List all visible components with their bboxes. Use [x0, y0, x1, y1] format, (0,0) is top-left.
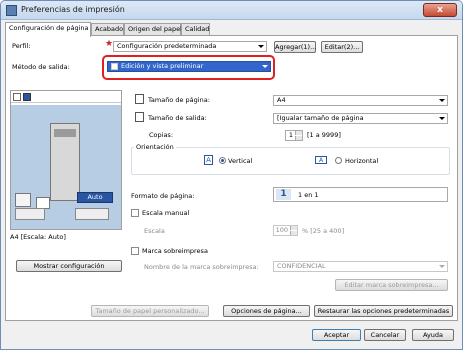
profile-select[interactable]: Configuración predeterminada [113, 41, 267, 52]
copies-label: Copias: [149, 131, 174, 139]
printer-view-icon[interactable] [23, 93, 31, 101]
printer-preview: Auto [10, 90, 122, 230]
printer-panel-icon [54, 129, 76, 137]
auto-badge: Auto [77, 192, 113, 203]
preview-caption: A4 [Escala: Auto] [10, 233, 66, 241]
chevron-down-icon [258, 45, 264, 48]
portrait-icon: A [204, 155, 213, 165]
scale-range: % [25 a 400] [302, 227, 345, 235]
print-preferences-window: Preferencias de impresión x Configuració… [0, 0, 463, 350]
copies-stepper[interactable]: 1 [285, 130, 303, 141]
page-options-button[interactable]: Opciones de página... [223, 305, 310, 317]
scale-value: 100 [275, 226, 288, 234]
close-button[interactable]: x [423, 3, 457, 17]
chevron-down-icon [439, 117, 445, 120]
page-format-icon: 1 [276, 189, 291, 200]
paper-stack-icon [15, 193, 31, 207]
watermark-checkbox[interactable] [131, 247, 139, 255]
chevron-down-icon [262, 65, 268, 68]
scale-label: Escala [144, 227, 165, 235]
output-size-select[interactable]: [Igualar tamaño de página [273, 113, 448, 124]
edit-watermark-button[interactable]: Editar marca sobreimpresa... [335, 279, 448, 291]
preview-area: Auto [11, 105, 121, 229]
page-size-value: A4 [277, 96, 286, 104]
orientation-group [131, 147, 450, 175]
profile-icon: ★ [105, 39, 114, 49]
chevron-down-icon [439, 99, 445, 102]
help-button[interactable]: Ayuda [412, 329, 454, 341]
ok-button[interactable]: Aceptar [312, 329, 361, 341]
output-size-value: [Igualar tamaño de página [277, 114, 364, 122]
orientation-label: Orientación [134, 143, 176, 151]
printer-icon [6, 5, 17, 16]
copies-range: [1 a 9999] [307, 131, 341, 139]
page-format-value: 1 en 1 [298, 191, 319, 199]
portrait-label[interactable]: Vertical [228, 157, 252, 165]
output-size-label: Tamaño de salida: [148, 114, 207, 122]
document-icon [111, 62, 118, 70]
title-bar: Preferencias de impresión x [1, 1, 462, 20]
profile-label: Perfil: [12, 42, 31, 50]
landscape-radio[interactable] [335, 157, 342, 164]
tab-page-setup[interactable]: Configuración de página [5, 22, 91, 37]
output-size-icon [135, 112, 144, 122]
page-size-label: Tamaño de página: [148, 96, 210, 104]
landscape-icon: A [315, 156, 327, 164]
spin-up-icon[interactable] [290, 226, 297, 230]
restore-defaults-button[interactable]: Restaurar las opciones predeterminadas [314, 305, 453, 317]
duplex-icon [15, 208, 45, 220]
page-view-icon[interactable] [13, 93, 21, 101]
custom-paper-size-button[interactable]: Tamaño de papel personalizado... [91, 305, 209, 317]
watermark-value: CONFIDENCIAL [277, 262, 326, 270]
landscape-label[interactable]: Horizontal [345, 157, 378, 165]
chevron-down-icon [439, 265, 445, 268]
watermark-select[interactable]: CONFIDENCIAL [273, 261, 448, 272]
preview-toolbar [11, 91, 121, 103]
profile-value: Configuración predeterminada [117, 42, 217, 50]
page-size-icon [135, 94, 144, 104]
spin-down-icon[interactable] [295, 136, 302, 140]
portrait-radio[interactable] [219, 157, 226, 164]
page-format-select[interactable]: 1 1 en 1 [273, 187, 448, 202]
cancel-button[interactable]: Cancelar [364, 329, 406, 341]
page-size-select[interactable]: A4 [273, 95, 448, 106]
page-format-label: Formato de página: [131, 192, 195, 200]
watermark-label[interactable]: Marca sobreimpresa [142, 247, 208, 255]
add-profile-button[interactable]: Agregar(1)... [274, 41, 316, 53]
manual-scale-checkbox[interactable] [131, 209, 139, 217]
show-settings-button[interactable]: Mostrar configuración [16, 260, 122, 272]
layout-icon [75, 208, 109, 220]
scale-stepper[interactable]: 100 [273, 225, 298, 236]
spin-down-icon[interactable] [290, 231, 297, 235]
copies-value: 1 [288, 131, 293, 139]
spin-up-icon[interactable] [295, 131, 302, 135]
manual-scale-label[interactable]: Escala manual [142, 209, 189, 217]
output-method-select[interactable]: Edición y vista preliminar [107, 61, 271, 72]
watermark-name-label: Nombre de la marca sobreimpresa: [144, 263, 259, 271]
output-method-label: Método de salida: [12, 63, 70, 71]
edit-profile-button[interactable]: Editar(2)... [321, 41, 363, 53]
output-method-value: Edición y vista preliminar [121, 62, 204, 70]
window-title: Preferencias de impresión [21, 5, 125, 14]
